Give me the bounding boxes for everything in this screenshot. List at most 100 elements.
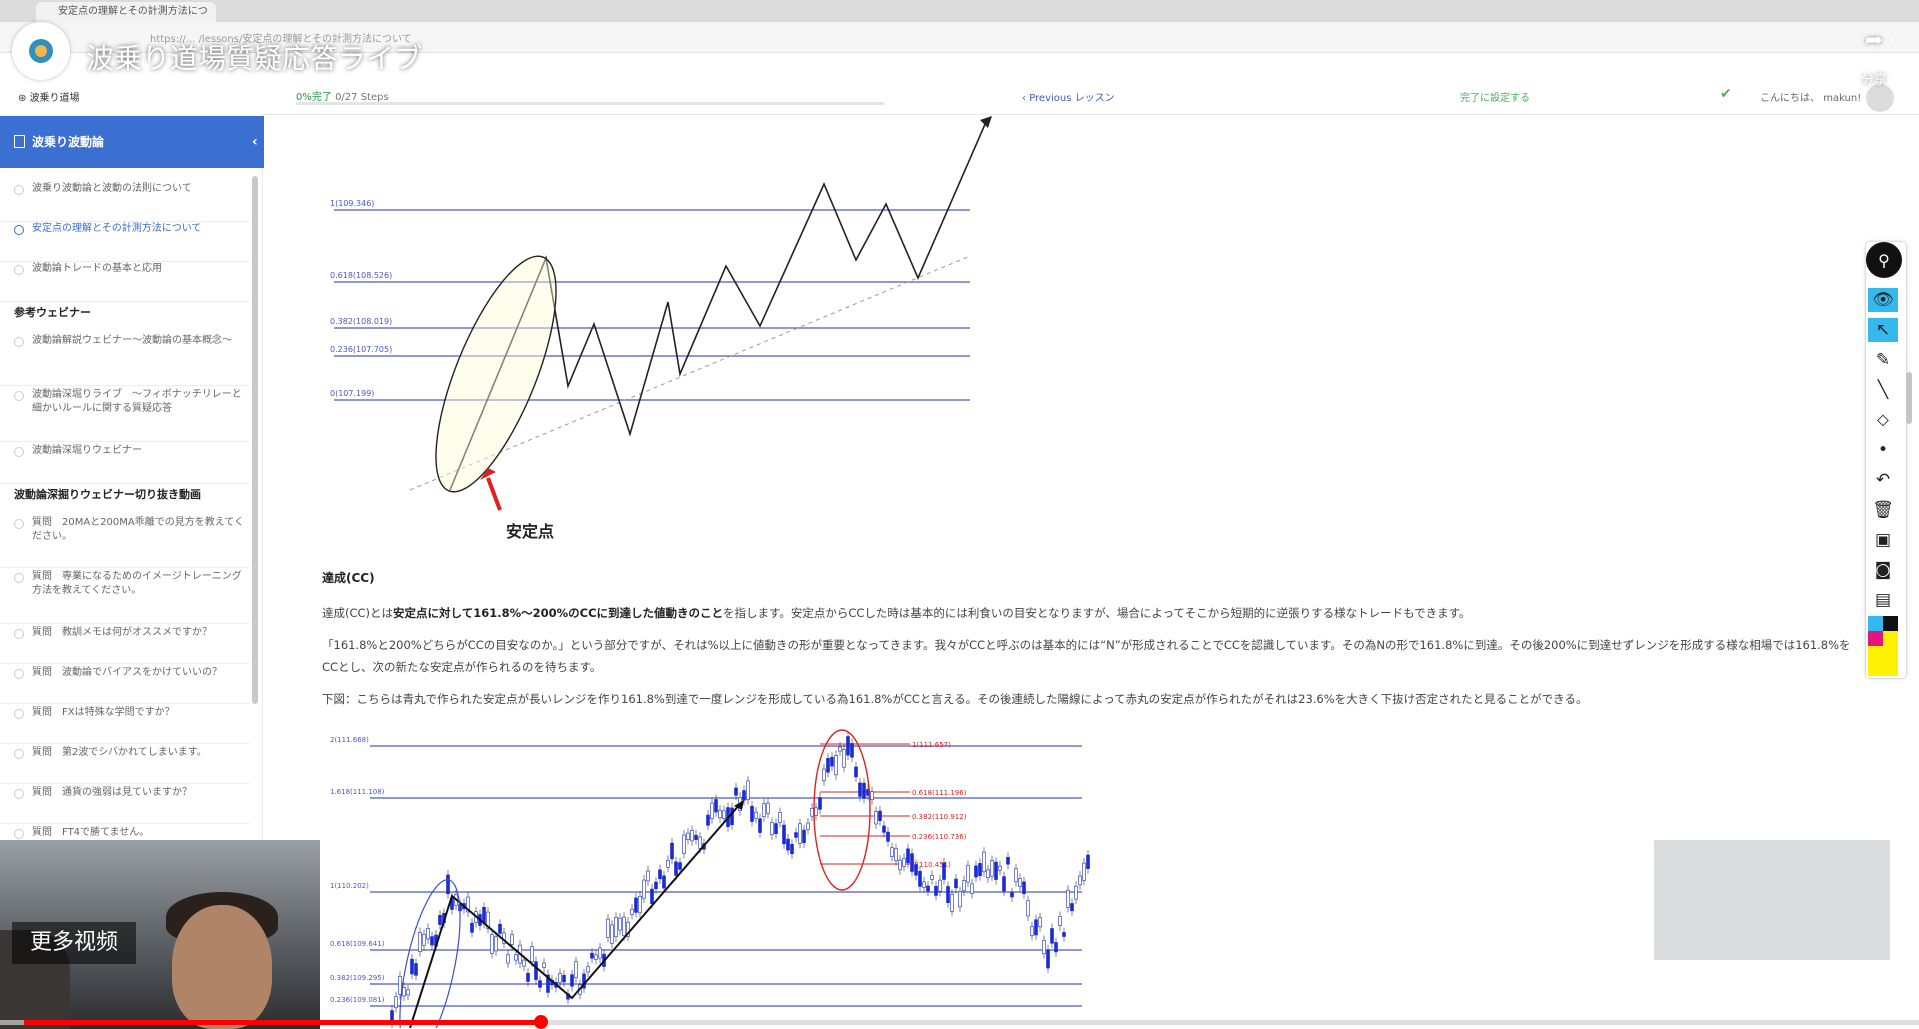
fib-level-label: 1(110.202) <box>330 882 369 890</box>
eye-icon[interactable]: 👁 <box>1868 288 1898 312</box>
sidebar-scrollbar[interactable] <box>252 176 258 704</box>
candle-body <box>810 807 814 817</box>
candle-body <box>406 989 410 996</box>
sidebar-lesson-item-current[interactable]: 安定点の理解とその計測方法について <box>0 222 250 262</box>
candle-body <box>1070 903 1074 912</box>
candle-body <box>562 975 566 983</box>
camera-icon[interactable]: ◙ <box>1868 558 1898 582</box>
sidebar-lesson-item[interactable]: 質問 教訓メモは何がオススメですか？ <box>0 626 250 664</box>
mark-complete-button[interactable]: 完了に設定する <box>1460 89 1530 104</box>
sidebar-lesson-item[interactable]: 質問 通貨の強弱は見ていますか？ <box>0 786 250 824</box>
candle-body <box>902 857 906 867</box>
site-logo[interactable]: ⊛ 波乗り道場 <box>18 89 80 104</box>
channel-watermark[interactable] <box>1856 970 1896 1010</box>
candle-body <box>498 923 502 934</box>
candle-body <box>822 768 826 782</box>
status-circle-icon <box>14 337 24 347</box>
check-icon: ✔ <box>1720 86 1732 102</box>
logo-text: 波乗り道場 <box>29 93 80 104</box>
sidebar-lesson-item[interactable]: 波乗り波動論と波動の法則について <box>0 182 250 222</box>
candle-body <box>878 810 882 821</box>
para1-text: 達成(CC)とは <box>322 606 394 620</box>
candle-body <box>1082 862 1086 881</box>
candle-body <box>970 883 974 894</box>
color-swatch[interactable] <box>1868 616 1883 631</box>
candle-body <box>962 880 966 892</box>
candle-body <box>938 879 942 892</box>
channel-avatar[interactable] <box>12 22 70 80</box>
sidebar-lesson-item[interactable]: 質問 20MAと200MA乖離での見方を教えてください。 <box>0 516 250 568</box>
candle-body <box>1010 892 1014 898</box>
lesson-label: 質問 教訓メモは何がオススメですか？ <box>32 627 212 638</box>
candle-body <box>558 973 562 983</box>
candle-body <box>398 976 402 995</box>
more-videos-button[interactable]: 更多视频 <box>12 922 136 964</box>
color-swatch[interactable] <box>1883 616 1898 631</box>
sidebar-lesson-item[interactable]: 質問 FXは特殊な学問ですか？ <box>0 706 250 744</box>
status-circle-icon <box>14 391 24 401</box>
pin-icon[interactable]: ⚲ <box>1866 242 1902 278</box>
color-swatch[interactable] <box>1868 646 1898 676</box>
candle-body <box>1062 932 1066 937</box>
greeting-text: こんにちは、 <box>1760 93 1820 104</box>
video-scrubber[interactable] <box>534 1015 548 1029</box>
page-scrollbar[interactable] <box>1906 372 1912 424</box>
candle-body <box>622 916 626 937</box>
board-icon[interactable]: ▣ <box>1868 528 1898 552</box>
lesson-label: 質問 通貨の強弱は見ていますか？ <box>32 787 192 798</box>
candle-body <box>694 834 698 840</box>
candle-body <box>806 822 810 830</box>
candle-body <box>426 927 430 940</box>
fib-level-label: 0.382(109.295) <box>330 974 385 982</box>
sidebar-lesson-item[interactable]: 波動論深堀りライブ 〜フィボナッチリレーと細かいルールに関する質疑応答 <box>0 388 250 442</box>
undo-icon[interactable]: ↶ <box>1868 468 1898 492</box>
sidebar-lesson-item[interactable]: 質問 専業になるためのイメージトレーニング方法を教えてください。 <box>0 570 250 624</box>
candle-body <box>682 834 686 854</box>
candle-body <box>634 897 638 913</box>
candle-body <box>922 881 926 888</box>
candle-body <box>402 987 406 997</box>
previous-lesson-button[interactable]: ‹ Previous レッスン <box>1022 89 1115 104</box>
fib-level-label-red: 0.382(110.912) <box>912 813 967 821</box>
candle-body <box>1022 881 1026 895</box>
status-circle-icon <box>14 789 24 799</box>
video-preview-thumbnail <box>1654 840 1890 960</box>
cursor-icon[interactable]: ↖ <box>1868 318 1898 342</box>
line-icon[interactable]: ╲ <box>1868 378 1898 402</box>
color-palette[interactable] <box>1868 616 1898 676</box>
chevron-left-icon[interactable]: ‹ <box>252 116 258 168</box>
candle-body <box>914 864 918 876</box>
status-circle-icon <box>14 629 24 639</box>
sidebar-lesson-item[interactable]: 波動論解説ウェビナー〜波動論の基本概念〜 <box>0 334 250 386</box>
candle-body <box>542 962 546 968</box>
clipboard-icon[interactable]: ▤ <box>1868 588 1898 612</box>
eraser-icon[interactable]: ⬦ <box>1868 408 1898 432</box>
fib-levels: 1(109.346) 0.618(108.526) 0.382(108.019) 0.… <box>330 199 970 401</box>
sidebar-lesson-item[interactable]: 波動論トレードの基本と応用 <box>0 262 250 302</box>
webcam-person-face <box>172 905 272 1029</box>
sidebar-lesson-item[interactable]: 波動論深堀りウェビナー <box>0 444 250 484</box>
status-circle-icon <box>14 447 24 457</box>
candle-body <box>838 746 842 752</box>
candle-body <box>906 848 910 863</box>
tab-title: 安定点の理解とその計測方法につ <box>58 6 208 17</box>
color-swatch[interactable] <box>1868 631 1883 646</box>
trash-icon[interactable]: 🗑 <box>1868 498 1898 522</box>
candle-body <box>894 848 898 862</box>
candle-body <box>1050 928 1054 944</box>
candle-body <box>930 875 934 880</box>
dot-icon[interactable]: • <box>1868 438 1898 462</box>
browser-tab[interactable]: 安定点の理解とその計測方法につ <box>36 2 216 22</box>
candle-body <box>698 836 702 849</box>
sidebar-course-header[interactable]: 波乗り波動論 ‹ <box>0 116 264 168</box>
candle-body <box>870 791 874 801</box>
lesson-label: 波乗り波動論と波動の法則について <box>32 183 192 194</box>
avatar[interactable] <box>1866 84 1894 112</box>
pen-icon[interactable]: ✎ <box>1868 348 1898 372</box>
color-swatch[interactable] <box>1883 631 1898 646</box>
candle-body <box>1018 878 1022 887</box>
sidebar-lesson-item[interactable]: 質問 第2波でシバかれてしまいます。 <box>0 746 250 784</box>
more-options-icon[interactable]: ⋯ <box>1889 30 1905 49</box>
sidebar-lesson-item[interactable]: 質問 波動論でバイアスをかけていいの？ <box>0 666 250 704</box>
paragraph-1: 達成(CC)とは安定点に対して161.8%〜200%のCCに到達した値動きのこと… <box>322 602 1852 624</box>
